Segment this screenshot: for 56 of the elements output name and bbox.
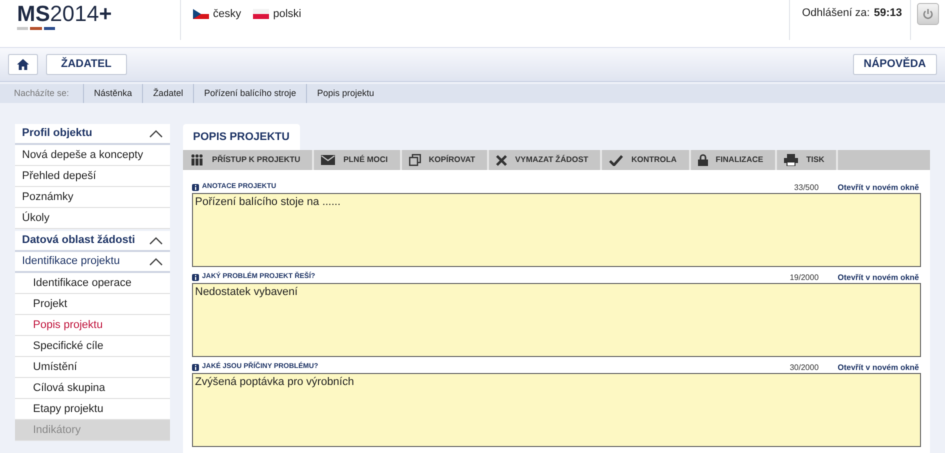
sidebar-section-header[interactable]: Datová oblast žádosti: [15, 231, 170, 252]
home-button[interactable]: [8, 54, 38, 75]
text-area[interactable]: Nedostatek vybavení: [192, 283, 921, 357]
breadcrumb-link[interactable]: Nástěnka: [83, 84, 142, 103]
envelope-icon: [321, 155, 336, 165]
breadcrumb-link[interactable]: Popis projektu: [306, 84, 384, 103]
breadcrumb-link[interactable]: Pořízení balícího stroje: [193, 84, 306, 103]
home-icon: [17, 59, 29, 70]
chevron-up-icon: [149, 130, 163, 138]
breadcrumb-link[interactable]: Žadatel: [142, 84, 194, 103]
character-counter: 30/2000: [790, 362, 820, 374]
sidebar-item[interactable]: Identifikace operace: [15, 273, 170, 294]
copy-icon: [408, 154, 421, 166]
sidebar-item[interactable]: Projekt: [15, 294, 170, 315]
tab[interactable]: POPIS PROJEKTU: [183, 124, 300, 150]
breadcrumb-label: Nacházíte se:: [14, 86, 70, 100]
info-icon: [192, 184, 199, 191]
sidebar-item[interactable]: Úkoly: [15, 208, 170, 229]
check-icon: [609, 154, 624, 166]
printer-icon: [784, 154, 798, 166]
language-link[interactable]: polski: [253, 6, 302, 22]
sidebar-item[interactable]: Popis projektu: [15, 315, 170, 336]
text-area[interactable]: Pořízení balícího stoje na ......: [192, 193, 921, 267]
flag-icon: [253, 9, 270, 20]
help-button[interactable]: NÁPOVĚDA: [852, 54, 937, 75]
logo: MS2014+: [17, 2, 113, 26]
power-icon: [922, 8, 934, 20]
open-in-new-window-link[interactable]: Otevřít v novém okně: [838, 362, 921, 374]
character-counter: 19/2000: [790, 272, 820, 284]
chevron-up-icon: [149, 258, 163, 266]
sidebar-item[interactable]: Poznámky: [15, 187, 170, 208]
flag-icon: [193, 9, 209, 20]
open-in-new-window-link[interactable]: Otevřít v novém okně: [838, 272, 921, 284]
lock-icon: [698, 154, 708, 166]
chevron-up-icon: [149, 236, 163, 244]
sidebar-item[interactable]: Přehled depeší: [15, 166, 170, 187]
sidebar-section-header[interactable]: Identifikace projektu: [15, 252, 170, 273]
language-link[interactable]: česky: [193, 6, 242, 22]
sidebar-item[interactable]: Cílová skupina: [15, 378, 170, 399]
cross-icon: [496, 154, 508, 166]
sidebar-item[interactable]: Nová depeše a koncepty: [15, 145, 170, 166]
people-icon: [190, 154, 204, 166]
info-icon: [192, 364, 199, 371]
sidebar-item[interactable]: Umístění: [15, 357, 170, 378]
sidebar-item[interactable]: Etapy projektu: [15, 399, 170, 420]
logout-button[interactable]: [917, 3, 939, 25]
logout-countdown-label: Odhlášení za:: [802, 6, 870, 21]
text-area[interactable]: Zvýšená poptávka pro výrobních: [192, 373, 921, 447]
sidebar-section-header[interactable]: Profil objektu: [15, 124, 170, 145]
sidebar-item[interactable]: Specifické cíle: [15, 336, 170, 357]
character-counter: 33/500: [794, 182, 820, 194]
open-in-new-window-link[interactable]: Otevřít v novém okně: [838, 182, 921, 194]
info-icon: [192, 274, 199, 281]
logo-stripes-icon: [17, 27, 55, 30]
applicant-button[interactable]: ŽADATEL: [46, 54, 127, 75]
logout-countdown: 59:13: [874, 6, 902, 21]
